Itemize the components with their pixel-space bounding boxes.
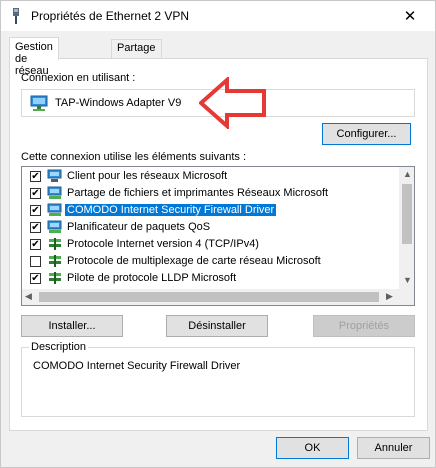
list-item[interactable]: ✔ Pilote de protocole LLDP Microsoft: [22, 270, 397, 287]
description-legend: Description: [29, 341, 89, 353]
checkbox[interactable]: ✔: [30, 205, 41, 216]
protocol-icon: [49, 255, 61, 267]
network-cable-icon: [13, 8, 19, 24]
tab-networking-label: Gestion de réseau: [15, 41, 53, 77]
cancel-button[interactable]: Annuler: [357, 437, 430, 459]
list-item[interactable]: Protocole de multiplexage de carte résea…: [22, 253, 397, 270]
list-item-label: Partage de fichiers et imprimantes Résea…: [67, 187, 329, 199]
scroll-down-icon[interactable]: ▼: [403, 275, 412, 285]
checkbox[interactable]: ✔: [30, 188, 41, 199]
list-item-label: COMODO Internet Security Firewall Driver: [65, 204, 277, 216]
checkbox[interactable]: [30, 256, 41, 267]
components-list[interactable]: ✔ Client pour les réseaux Microsoft ✔ Pa…: [21, 166, 415, 306]
scroll-right-icon[interactable]: ▶: [386, 291, 393, 302]
list-item[interactable]: ✔ Partage de fichiers et imprimantes Rés…: [22, 185, 397, 202]
checkbox[interactable]: ✔: [30, 273, 41, 284]
list-item-label: Client pour les réseaux Microsoft: [67, 170, 228, 182]
list-item[interactable]: ✔ Planificateur de paquets QoS: [22, 219, 397, 236]
scroll-up-icon[interactable]: ▲: [403, 169, 412, 179]
list-item-label: Pilote de protocole LLDP Microsoft: [67, 272, 237, 284]
horizontal-scroll-thumb[interactable]: [39, 292, 379, 302]
configure-button[interactable]: Configurer...: [322, 123, 411, 145]
tab-sharing[interactable]: Partage: [111, 39, 162, 59]
protocol-icon: [49, 238, 61, 250]
scroll-left-icon[interactable]: ◀: [25, 291, 32, 302]
checkbox[interactable]: ✔: [30, 222, 41, 233]
checkbox[interactable]: ✔: [30, 239, 41, 250]
vertical-scroll-thumb[interactable]: [402, 184, 412, 244]
list-item-label: Protocole Internet version 4 (TCP/IPv4): [67, 238, 259, 250]
red-arrow-annotation: [199, 77, 266, 129]
uninstall-button[interactable]: Désinstaller: [166, 315, 268, 337]
list-item[interactable]: ✔ Client pour les réseaux Microsoft: [22, 168, 397, 185]
network-service-icon: [47, 186, 62, 199]
tab-networking[interactable]: Gestion de réseau: [9, 37, 59, 77]
close-icon: ✕: [403, 8, 417, 25]
list-item[interactable]: ✔ Protocole Internet version 4 (TCP/IPv4…: [22, 236, 397, 253]
horizontal-scrollbar[interactable]: ◀ ▶: [22, 289, 399, 305]
description-text: COMODO Internet Security Firewall Driver: [33, 360, 241, 372]
description-group: [21, 347, 415, 417]
scrollbar-corner: [399, 289, 414, 305]
list-item-label: Planificateur de paquets QoS: [67, 221, 211, 233]
properties-dialog: Propriétés de Ethernet 2 VPN ✕ Gestion d…: [0, 0, 436, 468]
window-title: Propriétés de Ethernet 2 VPN: [31, 9, 190, 23]
vertical-scrollbar[interactable]: ▲ ▼: [399, 167, 414, 289]
tab-sharing-label: Partage: [117, 42, 156, 54]
adapter-name: TAP-Windows Adapter V9: [55, 97, 182, 109]
network-adapter-icon: [30, 95, 48, 111]
network-client-icon: [47, 169, 62, 182]
title-bar: Propriétés de Ethernet 2 VPN ✕: [1, 1, 435, 31]
components-label: Cette connexion utilise les éléments sui…: [21, 151, 247, 163]
properties-button[interactable]: Propriétés: [313, 315, 415, 337]
network-service-icon: [47, 203, 62, 216]
close-button[interactable]: ✕: [387, 1, 433, 31]
install-button[interactable]: Installer...: [21, 315, 123, 337]
list-item-selected[interactable]: ✔ COMODO Internet Security Firewall Driv…: [22, 202, 397, 219]
ok-button[interactable]: OK: [276, 437, 349, 459]
network-service-icon: [47, 220, 62, 233]
protocol-icon: [49, 272, 61, 284]
list-item-label: Protocole de multiplexage de carte résea…: [67, 255, 321, 267]
checkbox[interactable]: ✔: [30, 171, 41, 182]
